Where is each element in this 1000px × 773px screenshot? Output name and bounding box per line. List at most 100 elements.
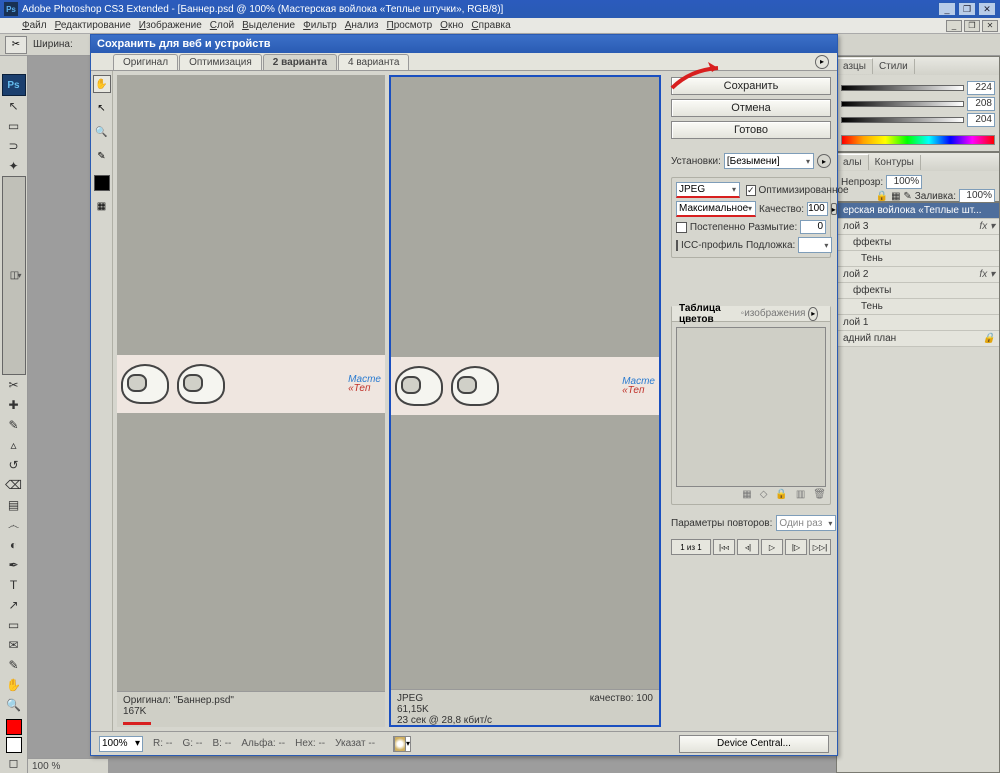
zoom-tool-icon[interactable]: 🔍 (93, 123, 111, 141)
layer-2-effects[interactable]: ффекты (837, 283, 999, 299)
quality-value[interactable]: 100 (807, 202, 828, 216)
device-central-button[interactable]: Device Central... (679, 735, 829, 753)
opacity-value[interactable]: 100% (886, 175, 922, 189)
maximize-button[interactable]: ❐ (958, 2, 976, 16)
ct-icon[interactable]: ◇ (760, 489, 768, 500)
eyedropper-icon[interactable]: ✎ (93, 147, 111, 165)
layer-2-shadow[interactable]: Тень (837, 299, 999, 315)
layer-3[interactable]: лой 3fx ▾ (837, 219, 999, 235)
matte-select[interactable] (798, 237, 832, 253)
menu-filter[interactable]: Фильтр (303, 20, 337, 31)
shape-tool[interactable]: ▭ (2, 615, 26, 635)
image-size-tab[interactable]: ◦изображения (741, 308, 806, 319)
ct-trash-icon[interactable]: 🗑 (813, 489, 826, 500)
play-button[interactable]: ▷ (761, 539, 783, 555)
value-1[interactable]: 224 (967, 81, 995, 95)
notes-tool[interactable]: ✉ (2, 635, 26, 655)
minimize-button[interactable]: _ (938, 2, 956, 16)
background-color[interactable] (6, 737, 22, 753)
hand-tool[interactable]: ✋ (2, 675, 26, 695)
cancel-button[interactable]: Отмена (671, 99, 831, 117)
next-frame-button[interactable]: |▷ (785, 539, 807, 555)
slider-3[interactable] (841, 117, 964, 123)
heal-tool[interactable]: ✚ (2, 395, 26, 415)
pen-tool[interactable]: ✒ (2, 555, 26, 575)
menu-image[interactable]: Изображение (139, 20, 202, 31)
doc-restore-button[interactable]: ❐ (964, 20, 980, 32)
channels-tab[interactable]: алы (837, 154, 869, 170)
tab-2up[interactable]: 2 варианта (263, 54, 337, 70)
menu-view[interactable]: Просмотр (387, 20, 433, 31)
lock-icons[interactable]: 🔒 ▦ ✎ (876, 191, 912, 202)
last-frame-button[interactable]: ▷▷| (809, 539, 831, 555)
menu-select[interactable]: Выделение (242, 20, 295, 31)
preview-original[interactable]: Масте«Теп Оригинал: "Баннер.psd" 167K (117, 75, 385, 727)
tab-4up[interactable]: 4 варианта (338, 54, 409, 70)
paths-tab[interactable]: Контуры (869, 155, 921, 170)
first-frame-button[interactable]: |◃◃ (713, 539, 735, 555)
crop-tool[interactable]: ◫ (2, 176, 26, 375)
menu-edit[interactable]: Редактирование (55, 20, 131, 31)
doc-close-button[interactable]: ✕ (982, 20, 998, 32)
tab-optimized[interactable]: Оптимизация (179, 54, 262, 70)
done-button[interactable]: Готово (671, 121, 831, 139)
menu-layer[interactable]: Слой (210, 20, 234, 31)
slider-1[interactable] (841, 85, 964, 91)
move-tool[interactable]: ↖ (2, 96, 26, 116)
quality-flyout-icon[interactable]: ▸ (831, 203, 837, 215)
foreground-color[interactable] (6, 719, 22, 735)
ct-icon[interactable]: ▦ (742, 489, 751, 500)
stamp-tool[interactable]: ▵ (2, 435, 26, 455)
ct-icon[interactable]: 🔒 (775, 489, 787, 500)
doc-minimize-button[interactable]: _ (946, 20, 962, 32)
gradient-tool[interactable]: ▤ (2, 495, 26, 515)
dodge-tool[interactable]: ◐ (2, 535, 26, 555)
layer-1[interactable]: лой 1 (837, 315, 999, 331)
ct-flyout-icon[interactable]: ▸ (808, 307, 818, 321)
layer-3-effects[interactable]: ффекты (837, 235, 999, 251)
path-tool[interactable]: ↗ (2, 595, 26, 615)
blur-tool[interactable]: ෴ (2, 515, 26, 535)
icc-checkbox[interactable] (676, 240, 678, 251)
brush-tool[interactable]: ✎ (2, 415, 26, 435)
marquee-tool[interactable]: ▭ (2, 116, 26, 136)
zoom-select[interactable]: 100%▾ (99, 736, 143, 752)
wand-tool[interactable]: ✦ (2, 156, 26, 176)
preview-browser-button[interactable]: ▾ (393, 736, 411, 752)
ct-icon[interactable]: ▥ (796, 489, 805, 500)
menu-file[interactable]: Файл (22, 20, 47, 31)
slider-2[interactable] (841, 101, 964, 107)
fill-value[interactable]: 100% (959, 189, 995, 203)
format-select[interactable]: JPEG (676, 182, 740, 198)
tab-flyout-icon[interactable]: ▸ (815, 55, 829, 69)
repeat-select[interactable]: Один раз (776, 515, 836, 531)
tab-original[interactable]: Оригинал (113, 54, 178, 70)
color-table-tab[interactable]: Таблица цветов (676, 303, 732, 325)
layer-background[interactable]: адний план🔒 (837, 331, 999, 347)
slice-select-icon[interactable]: ↖ (93, 99, 111, 117)
eraser-tool[interactable]: ⌫ (2, 475, 26, 495)
preset-select[interactable]: [Безымени] (724, 153, 814, 169)
history-brush-tool[interactable]: ↺ (2, 455, 26, 475)
quickmask-toggle[interactable]: ◻ (2, 753, 26, 773)
slice-visibility-icon[interactable]: ▦ (93, 197, 111, 215)
save-button[interactable]: Сохранить (671, 77, 831, 95)
close-button[interactable]: ✕ (978, 2, 996, 16)
value-3[interactable]: 204 (967, 113, 995, 127)
swatches-tab[interactable]: азцы (837, 58, 873, 74)
lasso-tool[interactable]: ⊃ (2, 136, 26, 156)
type-tool[interactable]: T (2, 575, 26, 595)
zoom-tool[interactable]: 🔍 (2, 695, 26, 715)
progressive-checkbox[interactable] (676, 222, 687, 233)
styles-tab[interactable]: Стили (873, 59, 915, 74)
prev-frame-button[interactable]: ◃| (737, 539, 759, 555)
eyedropper-color[interactable] (94, 175, 110, 191)
color-ramp[interactable] (841, 135, 995, 145)
layer-2[interactable]: лой 2fx ▾ (837, 267, 999, 283)
layer-3-shadow[interactable]: Тень (837, 251, 999, 267)
preview-optimized[interactable]: Масте«Теп JPEG 61,15K 23 сек @ 28,8 кбит… (389, 75, 661, 727)
blur-value[interactable]: 0 (800, 220, 826, 234)
crop-tool-icon[interactable]: ✂ (5, 36, 27, 54)
menu-window[interactable]: Окно (440, 20, 463, 31)
value-2[interactable]: 208 (967, 97, 995, 111)
